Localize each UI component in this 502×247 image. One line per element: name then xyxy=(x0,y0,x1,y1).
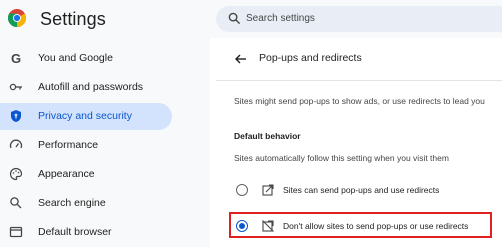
browser-window-icon xyxy=(9,226,23,238)
sidebar-item-autofill[interactable]: Autofill and passwords xyxy=(0,74,172,101)
sidebar-item-appearance[interactable]: Appearance xyxy=(0,161,172,188)
sidebar: G You and Google Autofill and passwords … xyxy=(0,38,210,247)
palette-icon xyxy=(9,167,23,181)
popup-open-icon xyxy=(262,184,274,196)
option-label: Sites can send pop-ups and use redirects xyxy=(283,185,440,195)
sidebar-item-label: Autofill and passwords xyxy=(38,81,144,93)
sidebar-item-label: Search engine xyxy=(38,197,106,209)
sidebar-item-search-engine[interactable]: Search engine xyxy=(0,190,172,217)
shield-icon xyxy=(11,110,21,122)
back-arrow-icon[interactable] xyxy=(234,52,248,66)
highlight-annotation xyxy=(229,212,492,238)
sidebar-item-privacy-and-security[interactable]: Privacy and security xyxy=(0,103,172,130)
search-placeholder: Search settings xyxy=(246,13,315,24)
chrome-logo-icon xyxy=(8,9,26,27)
option-allow-popups[interactable]: Sites can send pop-ups and use redirects xyxy=(216,179,502,203)
search-icon xyxy=(10,197,22,209)
search-input[interactable]: Search settings xyxy=(216,6,502,32)
page-header: Pop-ups and redirects xyxy=(216,38,502,80)
sidebar-item-label: Performance xyxy=(38,139,99,151)
section-heading: Default behavior xyxy=(234,131,301,141)
page-description: Sites might send pop-ups to show ads, or… xyxy=(234,96,485,106)
sidebar-item-you-and-google[interactable]: G You and Google xyxy=(0,45,172,72)
radio-button[interactable] xyxy=(236,184,248,196)
google-g-icon: G xyxy=(10,50,22,66)
sidebar-item-default-browser[interactable]: Default browser xyxy=(0,219,172,246)
header: Settings Search settings xyxy=(0,0,502,38)
sidebar-item-label: Appearance xyxy=(38,168,95,180)
search-icon xyxy=(228,12,241,25)
page-title: Pop-ups and redirects xyxy=(259,52,362,64)
sidebar-item-label: Privacy and security xyxy=(38,110,132,122)
divider xyxy=(216,80,502,81)
sidebar-item-performance[interactable]: Performance xyxy=(0,132,172,159)
key-icon xyxy=(9,83,22,91)
sidebar-item-label: You and Google xyxy=(38,52,113,64)
sidebar-item-label: Default browser xyxy=(38,226,112,238)
app-title: Settings xyxy=(40,9,106,29)
speedometer-icon xyxy=(9,139,23,149)
section-subtitle: Sites automatically follow this setting … xyxy=(234,153,449,163)
